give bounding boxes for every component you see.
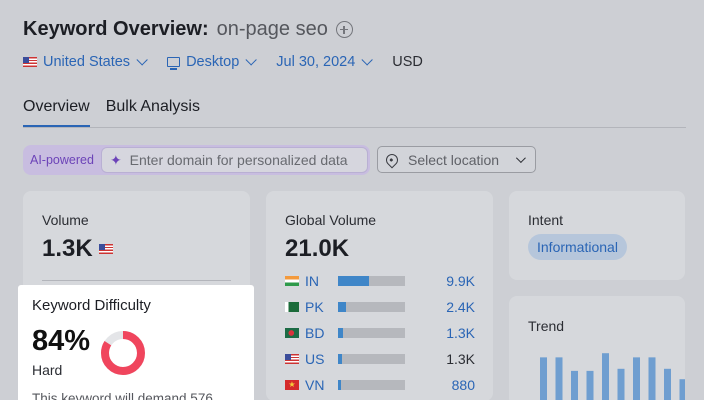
us-flag-icon bbox=[23, 57, 37, 67]
kd-description: This keyword will demand 576 bbox=[32, 391, 213, 400]
kd-donut-chart bbox=[101, 331, 145, 375]
date-dropdown[interactable]: Jul 30, 2024 bbox=[276, 54, 374, 70]
india-flag-icon bbox=[285, 276, 299, 286]
location-select[interactable]: Select location bbox=[377, 146, 536, 173]
trend-bar bbox=[571, 370, 578, 400]
country-share-fill bbox=[338, 302, 347, 312]
trend-bar bbox=[540, 357, 547, 400]
country-share-bar bbox=[338, 380, 405, 390]
country-code[interactable]: VN bbox=[305, 377, 338, 393]
country-share-fill bbox=[338, 354, 343, 364]
kd-value: 84% bbox=[32, 325, 91, 357]
page-title: Keyword Overview: bbox=[23, 18, 209, 40]
chevron-down-icon bbox=[361, 54, 374, 66]
country-row: BD 1.3K bbox=[285, 325, 475, 341]
country-volume[interactable]: 880 bbox=[452, 377, 475, 393]
vietnam-flag-icon: ★ bbox=[285, 380, 299, 390]
chevron-down-icon bbox=[515, 153, 526, 164]
trend-chart bbox=[540, 353, 685, 400]
desktop-icon bbox=[167, 57, 181, 70]
ai-domain-box: AI-powered ✦ Enter domain for personaliz… bbox=[23, 145, 370, 175]
country-share-fill bbox=[338, 380, 342, 390]
trend-bar bbox=[586, 370, 594, 400]
date-label: Jul 30, 2024 bbox=[276, 54, 356, 70]
filter-bar: United States Desktop Jul 30, 2024 USD bbox=[23, 54, 446, 70]
trend-bar bbox=[679, 379, 685, 400]
bangladesh-flag-icon bbox=[285, 328, 299, 338]
global-volume-value: 21.0K bbox=[285, 235, 350, 262]
country-volume[interactable]: 1.3K bbox=[446, 325, 475, 341]
intent-label: Intent bbox=[528, 212, 564, 228]
country-code[interactable]: IN bbox=[305, 273, 338, 289]
currency-label: USD bbox=[392, 54, 423, 70]
kd-level: Hard bbox=[32, 362, 63, 378]
location-placeholder: Select location bbox=[408, 151, 500, 168]
tab-bar: Overview Bulk Analysis bbox=[23, 98, 216, 127]
tab-overview[interactable]: Overview bbox=[23, 98, 90, 127]
volume-label: Volume bbox=[42, 212, 89, 228]
intent-card: Intent Informational bbox=[509, 191, 685, 280]
us-flag-icon bbox=[98, 244, 113, 254]
add-keyword-icon[interactable] bbox=[335, 21, 353, 38]
country-share-fill bbox=[338, 276, 370, 286]
domain-input[interactable]: ✦ Enter domain for personalized data bbox=[100, 147, 368, 173]
ai-powered-badge: AI-powered bbox=[30, 153, 94, 167]
country-row: US 1.3K bbox=[285, 351, 475, 367]
country-share-bar bbox=[338, 328, 405, 338]
country-row: ★ VN 880 bbox=[285, 377, 475, 393]
intent-badge: Informational bbox=[528, 234, 627, 260]
page-title-row: Keyword Overview: on-page seo bbox=[23, 18, 353, 41]
country-code[interactable]: US bbox=[305, 351, 338, 367]
tab-divider bbox=[23, 127, 686, 128]
country-share-bar bbox=[338, 302, 405, 312]
chevron-down-icon bbox=[136, 54, 148, 66]
keyword-difficulty-card: Keyword Difficulty 84% Hard This keyword… bbox=[18, 285, 254, 400]
trend-bar bbox=[633, 357, 640, 400]
kd-label: Keyword Difficulty bbox=[32, 297, 151, 314]
sparkle-icon: ✦ bbox=[109, 151, 122, 168]
global-volume-card: Global Volume 21.0K IN 9.9K PK 2.4K BD 1… bbox=[266, 191, 493, 400]
location-pin-icon bbox=[383, 151, 401, 168]
country-dropdown[interactable]: United States bbox=[23, 54, 148, 70]
tab-bulk-analysis[interactable]: Bulk Analysis bbox=[106, 98, 200, 127]
trend-bar bbox=[664, 368, 671, 400]
country-volume[interactable]: 9.9K bbox=[446, 273, 475, 289]
country-share-fill bbox=[338, 328, 343, 338]
global-volume-label: Global Volume bbox=[285, 212, 377, 228]
country-share-bar bbox=[338, 276, 405, 286]
pakistan-flag-icon bbox=[285, 302, 299, 312]
country-code[interactable]: PK bbox=[305, 299, 338, 315]
trend-bar bbox=[602, 353, 609, 400]
country-row: IN 9.9K bbox=[285, 273, 475, 289]
trend-bar bbox=[648, 357, 656, 400]
country-volume[interactable]: 2.4K bbox=[446, 299, 475, 315]
country-share-bar bbox=[338, 354, 405, 364]
us-flag-icon bbox=[285, 354, 299, 364]
volume-value-row: 1.3K bbox=[42, 235, 119, 263]
device-dropdown[interactable]: Desktop bbox=[167, 54, 258, 70]
volume-divider bbox=[42, 280, 231, 281]
trend-bar bbox=[617, 368, 625, 400]
country-volume: 1.3K bbox=[446, 351, 475, 367]
keyword-text: on-page seo bbox=[216, 18, 328, 40]
country-row: PK 2.4K bbox=[285, 299, 475, 315]
trend-card: Trend bbox=[509, 296, 685, 400]
trend-bar bbox=[555, 357, 563, 400]
domain-input-placeholder: Enter domain for personalized data bbox=[129, 152, 348, 168]
chevron-down-icon bbox=[245, 54, 258, 66]
volume-value: 1.3K bbox=[42, 235, 93, 262]
country-code[interactable]: BD bbox=[305, 325, 338, 341]
country-label: United States bbox=[43, 54, 131, 70]
device-label: Desktop bbox=[186, 54, 240, 70]
